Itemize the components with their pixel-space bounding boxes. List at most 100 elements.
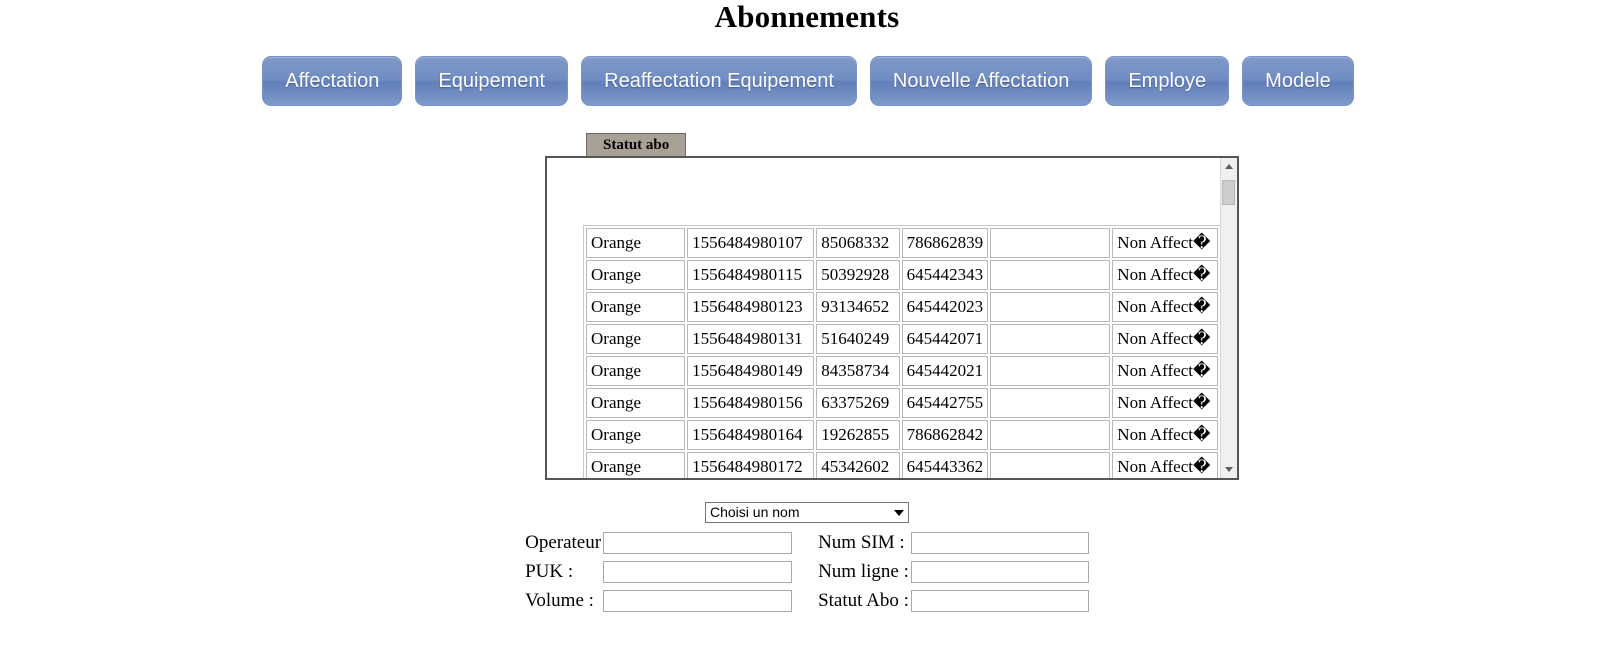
cell-num-sim: 1556484980149: [687, 356, 815, 386]
nav-button-label: Reaffectation Equipement: [604, 69, 834, 92]
cell-num-ligne: 786862842: [901, 420, 989, 450]
table-panel-wrapper: Orange 1556484980107 85068332 786862839 …: [0, 156, 1614, 480]
statut-abo-input[interactable]: [910, 590, 1089, 612]
table-row[interactable]: Orange 1556484980107 85068332 786862839 …: [586, 228, 1218, 258]
cell-volume: [990, 324, 1111, 354]
cell-num-sim: 1556484980156: [687, 388, 815, 418]
cell-num-ligne: 645443362: [901, 452, 989, 478]
nav-button-nouvelle-affectation[interactable]: Nouvelle Affectation: [869, 56, 1093, 106]
cell-num-sim: 1556484980107: [687, 228, 815, 258]
cell-num-sim: 1556484980131: [687, 324, 815, 354]
cell-puk: 93134652: [816, 292, 900, 322]
cell-puk: 51640249: [816, 324, 900, 354]
cell-volume: [990, 452, 1111, 478]
abonnement-form: Choisi un nom Operateur Num SIM : PUK : …: [0, 502, 1614, 612]
cell-num-ligne: 645442343: [901, 260, 989, 290]
cell-puk: 19262855: [816, 420, 900, 450]
label-num-ligne: Num ligne :: [818, 561, 909, 582]
cell-volume: [990, 292, 1111, 322]
cell-operateur: Orange: [586, 356, 686, 386]
cell-puk: 50392928: [816, 260, 900, 290]
cell-volume: [990, 388, 1111, 418]
cell-operateur: Orange: [586, 420, 686, 450]
cell-volume: [990, 356, 1111, 386]
fields-grid: Operateur Num SIM : PUK : Num ligne : Vo…: [525, 532, 1089, 612]
main-navigation-bar: Affectation Equipement Reaffectation Equ…: [0, 56, 1614, 106]
chevron-down-icon: [894, 509, 904, 516]
triangle-down-icon: [1225, 467, 1233, 472]
cell-operateur: Orange: [586, 452, 686, 478]
volume-input[interactable]: [603, 590, 793, 612]
num-ligne-input[interactable]: [910, 561, 1089, 583]
cell-statut: Non Affect�: [1112, 452, 1218, 478]
abonnements-table: Orange 1556484980107 85068332 786862839 …: [583, 225, 1220, 478]
cell-num-ligne: 645442023: [901, 292, 989, 322]
label-num-sim: Num SIM :: [818, 532, 905, 553]
label-volume: Volume :: [525, 590, 594, 611]
cell-volume: [990, 420, 1111, 450]
cell-puk: 85068332: [816, 228, 900, 258]
table-scroll-viewport[interactable]: Orange 1556484980107 85068332 786862839 …: [547, 158, 1220, 478]
cell-statut: Non Affect�: [1112, 292, 1218, 322]
page-title: Abonnements: [714, 0, 900, 34]
cell-num-ligne: 645442755: [901, 388, 989, 418]
cell-statut: Non Affect�: [1112, 324, 1218, 354]
cell-volume: [990, 228, 1111, 258]
cell-num-sim: 1556484980115: [687, 260, 815, 290]
table-row[interactable]: Orange 1556484980131 51640249 645442071 …: [586, 324, 1218, 354]
puk-input[interactable]: [603, 561, 793, 583]
label-puk: PUK :: [525, 561, 574, 582]
cell-num-ligne: 645442021: [901, 356, 989, 386]
num-sim-input[interactable]: [910, 532, 1089, 554]
table-row[interactable]: Orange 1556484980172 45342602 645443362 …: [586, 452, 1218, 478]
cell-operateur: Orange: [586, 324, 686, 354]
vertical-scrollbar[interactable]: [1220, 158, 1237, 478]
cell-puk: 63375269: [816, 388, 900, 418]
table-row[interactable]: Orange 1556484980164 19262855 786862842 …: [586, 420, 1218, 450]
nav-button-modele[interactable]: Modele: [1242, 56, 1354, 106]
cell-operateur: Orange: [586, 388, 686, 418]
table-row[interactable]: Orange 1556484980123 93134652 645442023 …: [586, 292, 1218, 322]
nom-select[interactable]: Choisi un nom: [705, 502, 909, 523]
nav-button-reaffectation-equipement[interactable]: Reaffectation Equipement: [581, 56, 857, 106]
label-operateur: Operateur: [525, 532, 602, 553]
nav-button-equipement[interactable]: Equipement: [415, 56, 569, 106]
cell-puk: 84358734: [816, 356, 900, 386]
cell-statut: Non Affect�: [1112, 260, 1218, 290]
nav-button-affectation[interactable]: Affectation: [262, 56, 403, 106]
cell-puk: 45342602: [816, 452, 900, 478]
scrollbar-track[interactable]: [1221, 175, 1237, 461]
cell-num-ligne: 645442071: [901, 324, 989, 354]
cell-operateur: Orange: [586, 228, 686, 258]
table-row[interactable]: Orange 1556484980115 50392928 645442343 …: [586, 260, 1218, 290]
nav-button-label: Employe: [1128, 69, 1207, 92]
cell-num-sim: 1556484980123: [687, 292, 815, 322]
nav-button-employe[interactable]: Employe: [1105, 56, 1230, 106]
cell-num-sim: 1556484980164: [687, 420, 815, 450]
nav-button-label: Modele: [1265, 69, 1331, 92]
operateur-input[interactable]: [603, 532, 793, 554]
table-row[interactable]: Orange 1556484980149 84358734 645442021 …: [586, 356, 1218, 386]
tab-statut-abo[interactable]: Statut abo: [586, 133, 687, 156]
nom-select-value: Choisi un nom: [710, 504, 800, 520]
triangle-up-icon: [1225, 164, 1233, 169]
nav-button-label: Affectation: [285, 69, 380, 92]
cell-operateur: Orange: [586, 292, 686, 322]
cell-statut: Non Affect�: [1112, 420, 1218, 450]
select-row: Choisi un nom: [705, 502, 909, 523]
nav-button-label: Equipement: [438, 69, 546, 92]
cell-operateur: Orange: [586, 260, 686, 290]
table-body: Orange 1556484980107 85068332 786862839 …: [586, 228, 1218, 478]
tab-strip: Statut abo: [0, 133, 1614, 156]
cell-statut: Non Affect�: [1112, 228, 1218, 258]
tab-label: Statut abo: [603, 136, 670, 153]
cell-num-ligne: 786862839: [901, 228, 989, 258]
scrollbar-thumb[interactable]: [1222, 180, 1235, 205]
scroll-up-button[interactable]: [1221, 158, 1237, 175]
scroll-down-button[interactable]: [1221, 461, 1237, 478]
cell-num-sim: 1556484980172: [687, 452, 815, 478]
cell-statut: Non Affect�: [1112, 356, 1218, 386]
table-row[interactable]: Orange 1556484980156 63375269 645442755 …: [586, 388, 1218, 418]
label-statut-abo: Statut Abo :: [818, 590, 909, 611]
abonnements-scroll-panel: Orange 1556484980107 85068332 786862839 …: [545, 156, 1239, 480]
